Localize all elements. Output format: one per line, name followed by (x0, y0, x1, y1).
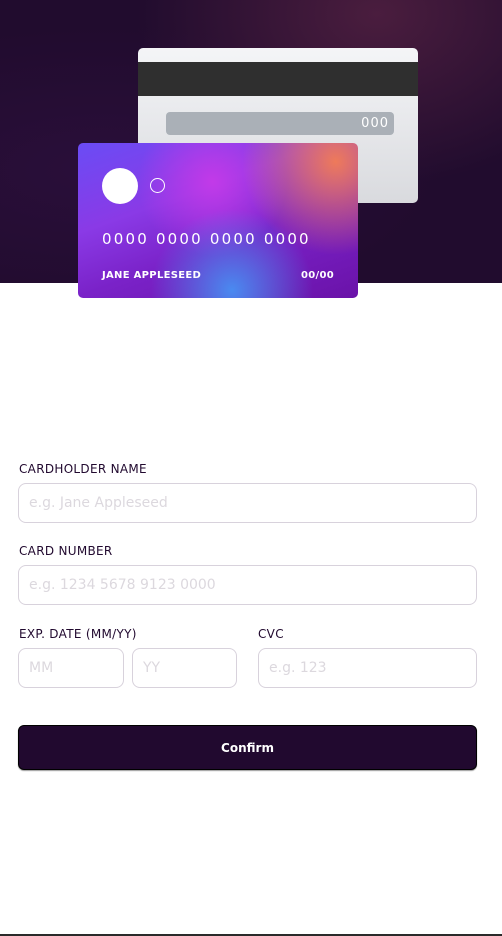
cardholder-label: CARDHOLDER NAME (19, 462, 147, 476)
card-front: 0000 0000 0000 0000 JANE APPLESEED 00/00 (78, 143, 358, 298)
exp-year-input[interactable] (132, 648, 237, 688)
card-logo-ring-icon (150, 178, 165, 193)
exp-month-input[interactable] (18, 648, 124, 688)
confirm-button[interactable]: Confirm (18, 725, 477, 770)
signature-strip (166, 112, 394, 135)
card-cvc: 000 (361, 116, 389, 131)
hero-background: 000 0000 0000 0000 0000 JANE APPLESEED 0… (0, 0, 502, 298)
card-logo-circle-icon (102, 168, 138, 204)
card-holder-name: JANE APPLESEED (102, 270, 202, 281)
card-expiry: 00/00 (301, 270, 334, 281)
card-number: 0000 0000 0000 0000 (102, 230, 311, 248)
cvc-label: CVC (258, 627, 284, 641)
card-number-input[interactable] (18, 565, 477, 605)
exp-date-label: EXP. DATE (MM/YY) (19, 627, 137, 641)
magnetic-stripe (138, 62, 418, 96)
cvc-input[interactable] (258, 648, 477, 688)
cardholder-name-input[interactable] (18, 483, 477, 523)
card-number-label: CARD NUMBER (19, 544, 113, 558)
